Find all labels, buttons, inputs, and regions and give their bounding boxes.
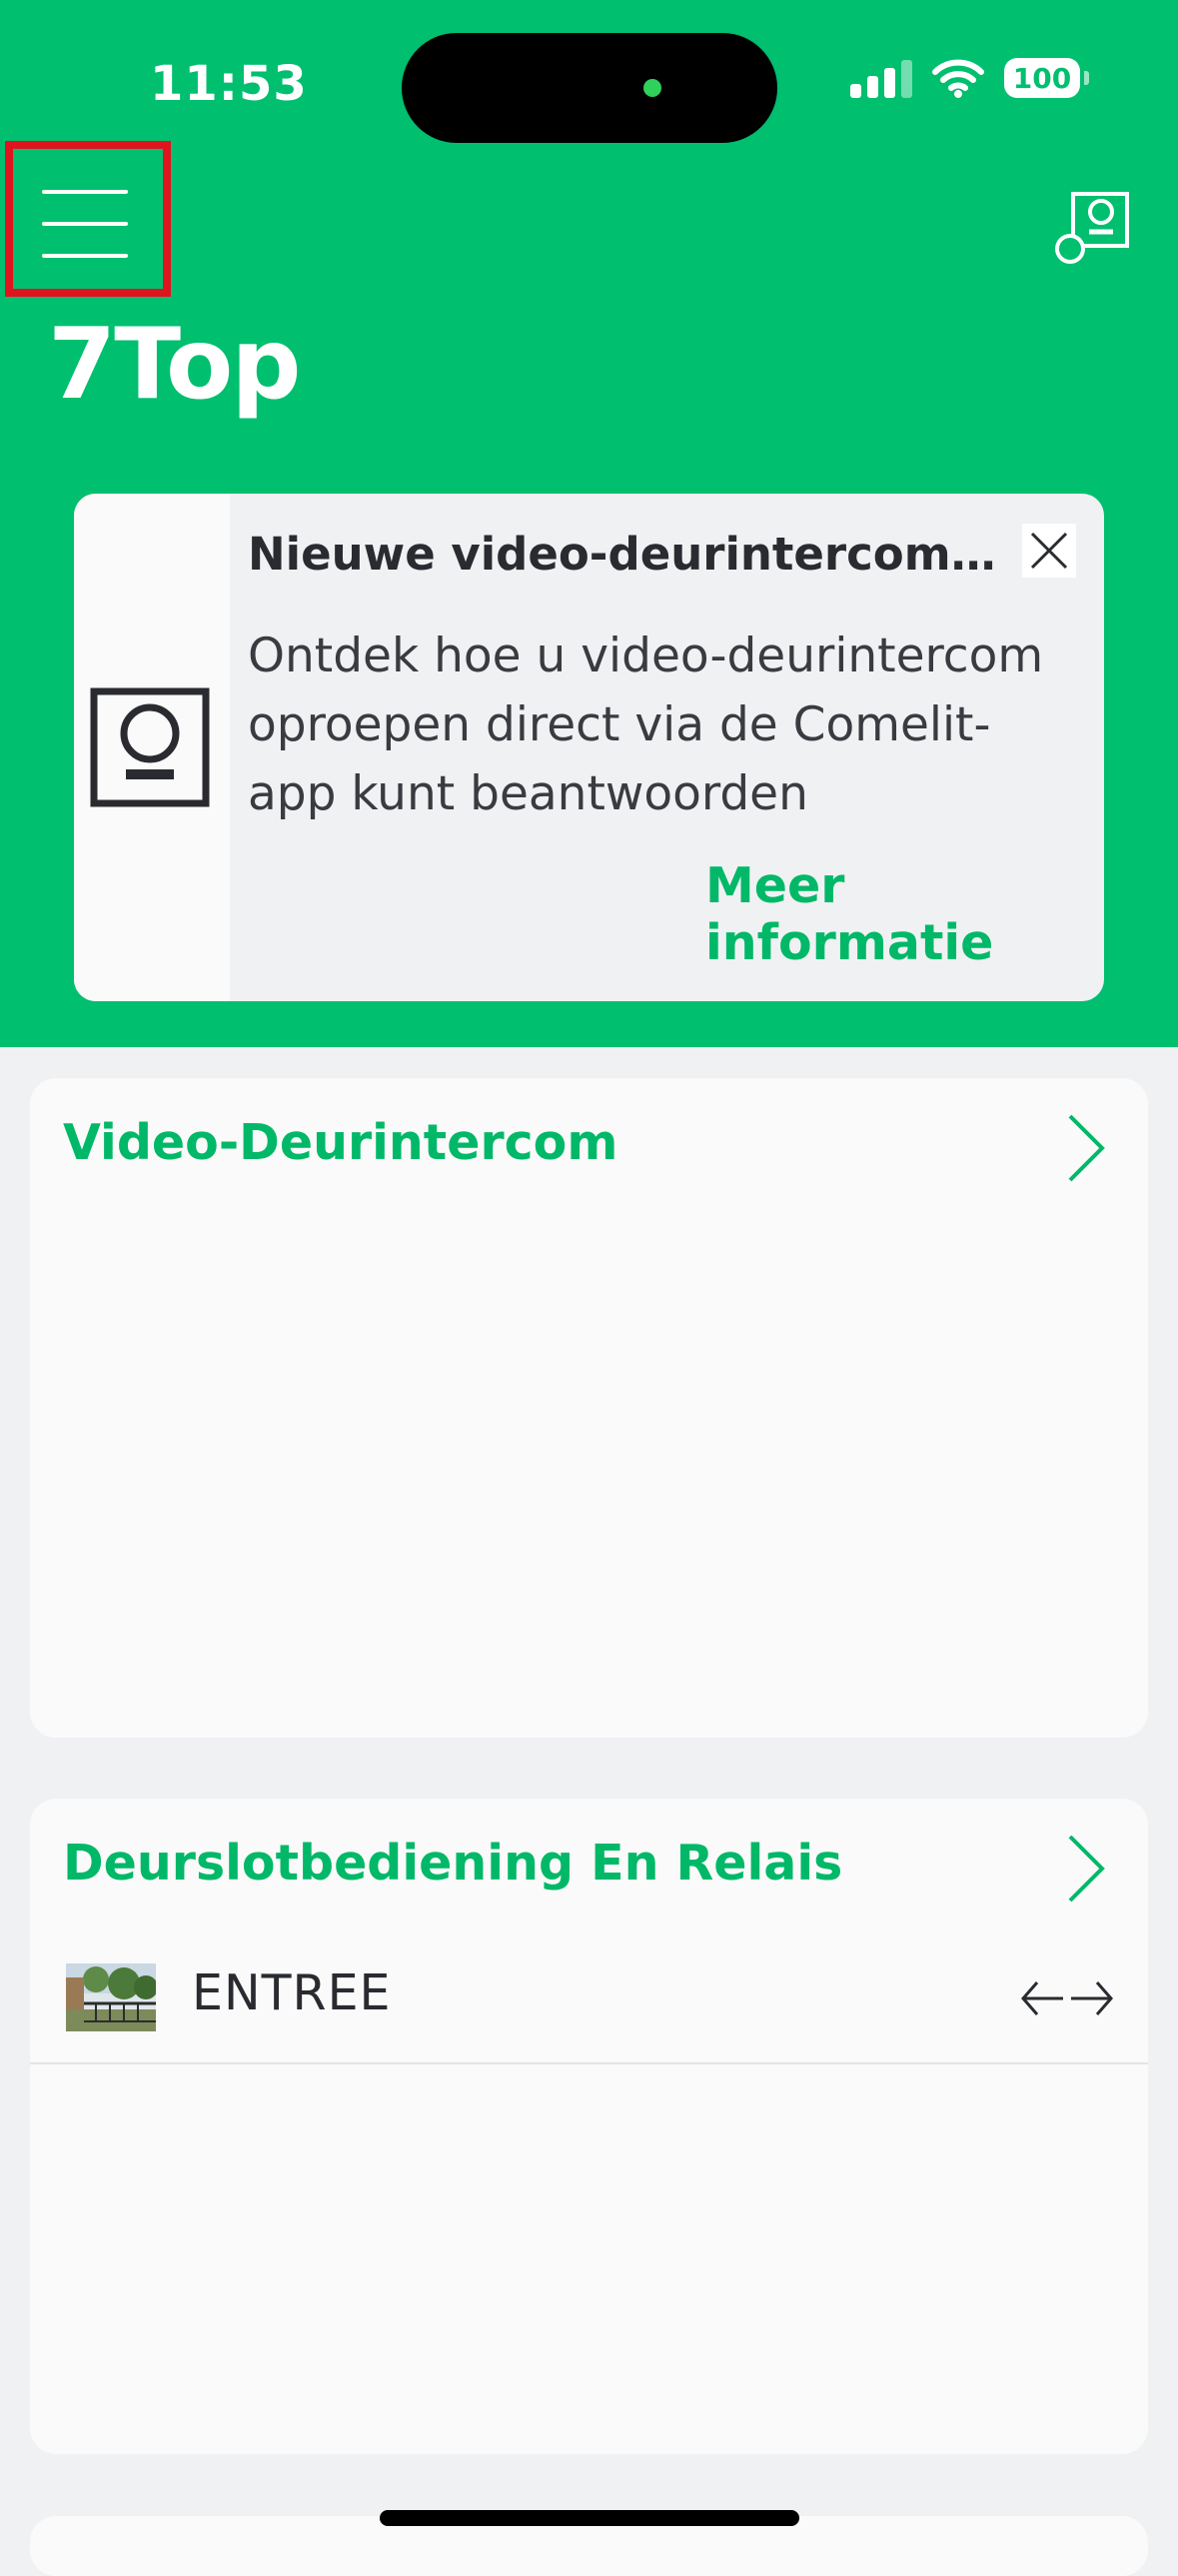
dynamic-island (402, 33, 777, 143)
more-info-link[interactable]: Meer informatie (705, 857, 1104, 971)
home-indicator (380, 2510, 799, 2526)
promo-description: Ontdek hoe u video-deurintercom oproepen… (248, 629, 1044, 821)
video-intercom-icon (90, 687, 210, 807)
relay-item-entree[interactable]: ENTREE (30, 1940, 1148, 2064)
menu-button[interactable] (42, 190, 128, 258)
wifi-icon (932, 59, 984, 98)
app-header: 11:53 100 7Top Nieuwe video-deurintercom… (0, 0, 1178, 1047)
chevron-right-icon[interactable] (1064, 1833, 1108, 1905)
door-intercom-icon[interactable] (1053, 188, 1133, 268)
promo-card: Nieuwe video-deurintercom o... Ontdek ho… (74, 494, 1104, 1001)
relay-label: ENTREE (192, 1964, 392, 2021)
video-intercom-card: Video-Deurintercom (30, 1078, 1148, 1738)
video-intercom-title[interactable]: Video-Deurintercom (63, 1114, 617, 1171)
relays-title[interactable]: Deurslotbediening En Relais (63, 1835, 842, 1892)
promo-title: Nieuwe video-deurintercom o... (248, 528, 1007, 581)
hamburger-menu-icon (42, 190, 128, 194)
close-icon[interactable] (1022, 524, 1076, 578)
battery-indicator: 100 (1004, 58, 1089, 98)
gate-thumbnail (66, 1963, 156, 2031)
camera-indicator-dot (643, 79, 661, 97)
relays-card: Deurslotbediening En Relais ENTREE (30, 1799, 1148, 2454)
status-time: 11:53 (150, 56, 308, 112)
cellular-signal-icon (850, 58, 912, 98)
status-icons: 100 (850, 58, 1089, 98)
chevron-right-icon[interactable] (1064, 1112, 1108, 1184)
promo-icon-panel (74, 494, 230, 1001)
page-title: 7Top (48, 308, 301, 422)
open-close-arrows-icon[interactable] (1019, 1974, 1115, 2022)
